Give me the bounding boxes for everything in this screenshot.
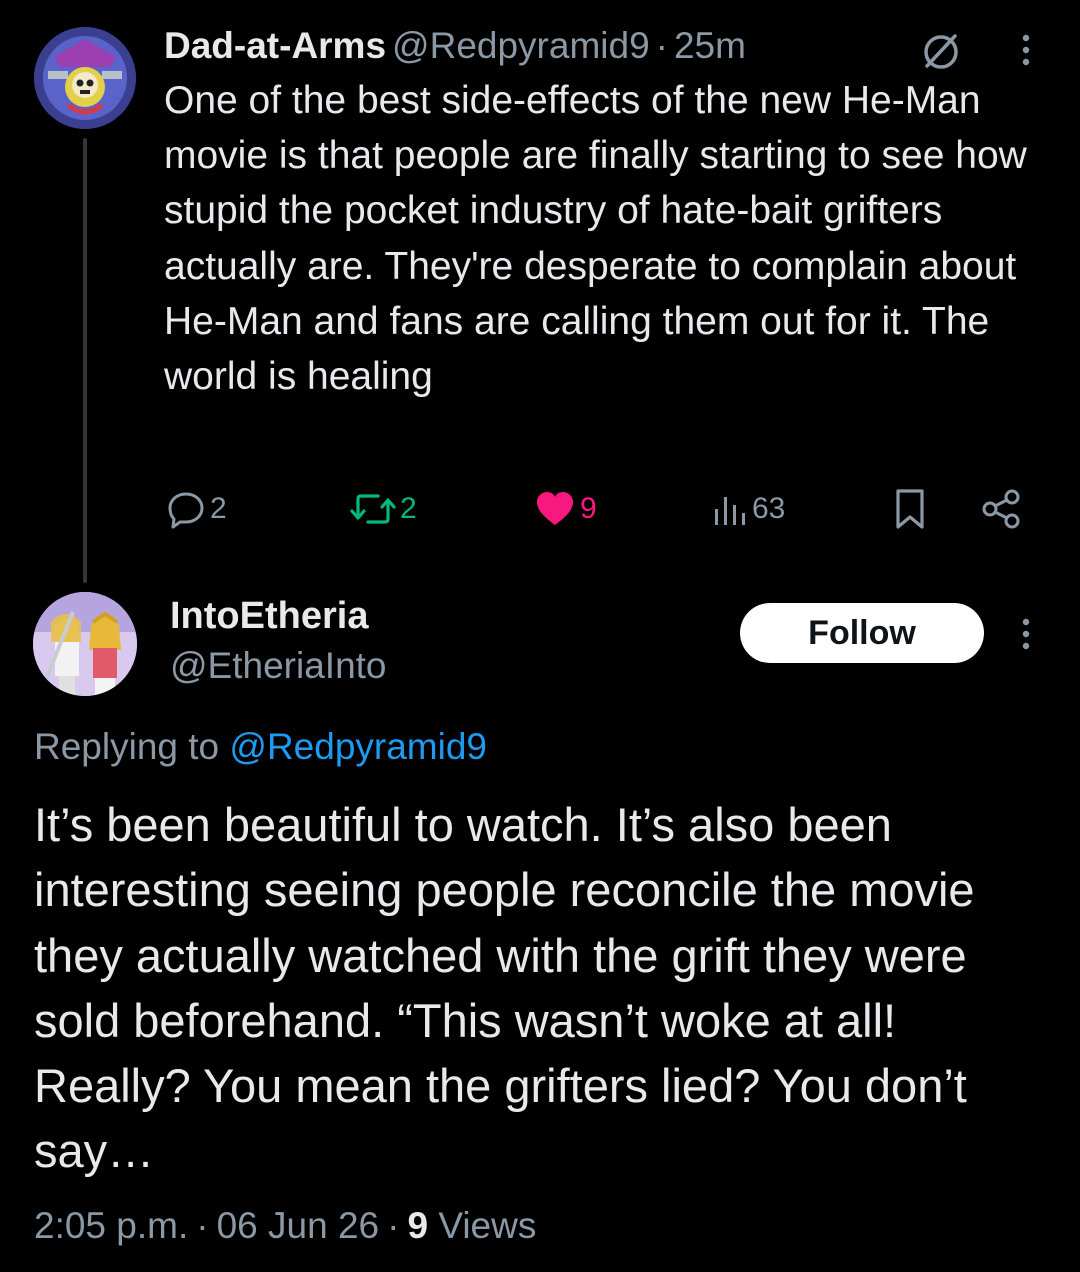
tweet-time[interactable]: 25m	[674, 25, 746, 66]
replying-to: Replying to @Redpyramid9	[34, 722, 487, 772]
skull-emblem-icon	[34, 27, 136, 129]
meta-separator: ·	[196, 1205, 209, 1246]
replying-to-handle-link[interactable]: @Redpyramid9	[229, 726, 487, 767]
retweet-button[interactable]: 2	[350, 484, 417, 534]
reply-text: It’s been beautiful to watch. It’s also …	[34, 798, 975, 1178]
header-separator: ·	[655, 25, 668, 66]
heart-icon	[537, 492, 573, 525]
follow-button[interactable]: Follow	[740, 603, 984, 663]
reply-button[interactable]: 2	[166, 484, 227, 534]
author-name[interactable]: Dad-at-Arms	[164, 25, 386, 66]
reply-author-name[interactable]: IntoEtheria	[170, 592, 368, 640]
reply-views-label: Views	[438, 1205, 537, 1246]
reply-date[interactable]: 06 Jun 26	[217, 1205, 380, 1246]
no-entry-icon	[918, 28, 964, 74]
author-handle[interactable]: @Redpyramid9	[392, 25, 650, 66]
reply-time[interactable]: 2:05 p.m.	[34, 1205, 188, 1246]
figures-photo-icon	[33, 592, 137, 696]
tweet-header: Dad-at-Arms @Redpyramid9 · 25m	[164, 22, 924, 72]
more-icon[interactable]	[1014, 612, 1038, 656]
bookmark-icon	[896, 489, 924, 529]
views-count: 63	[752, 492, 786, 525]
reply-views-count: 9	[407, 1205, 429, 1246]
reply-author-handle[interactable]: @EtheriaInto	[170, 642, 387, 690]
like-button[interactable]: 9	[534, 484, 597, 534]
more-icon[interactable]	[1014, 28, 1038, 72]
thread-line	[83, 138, 87, 583]
reply-meta: 2:05 p.m. · 06 Jun 26 · 9 Views	[34, 1200, 536, 1252]
views-button[interactable]: 63	[712, 484, 785, 534]
bookmark-button[interactable]	[890, 484, 930, 534]
retweet-icon	[350, 494, 396, 524]
like-count: 9	[580, 492, 597, 525]
retweet-count: 2	[400, 492, 417, 525]
share-button[interactable]	[980, 484, 1024, 534]
reply-count: 2	[210, 492, 227, 525]
author-avatar[interactable]	[34, 27, 136, 129]
reply-icon	[168, 492, 204, 529]
share-icon	[982, 489, 1020, 529]
replying-to-label: Replying to	[34, 726, 220, 767]
reply-author-avatar[interactable]	[33, 592, 137, 696]
tweet-text: One of the best side-effects of the new …	[164, 79, 1027, 399]
views-icon	[715, 497, 745, 525]
meta-separator: ·	[387, 1205, 400, 1246]
